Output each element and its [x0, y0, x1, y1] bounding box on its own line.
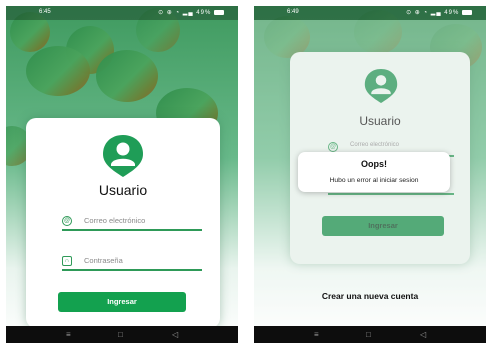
login-screen: 6:45 ⊙ ⊕ ◔ ▂▄ 49% Usuario @ Correo elect…	[6, 6, 238, 343]
at-icon: @	[62, 216, 72, 226]
menu-icon[interactable]: ≡	[314, 330, 319, 339]
user-pin-icon	[103, 135, 143, 177]
password-field[interactable]: ∩ Contraseña	[62, 256, 202, 272]
back-icon[interactable]: ◁	[172, 330, 178, 339]
password-placeholder: Contraseña	[84, 256, 123, 265]
email-field[interactable]: @ Correo electrónico	[62, 216, 202, 232]
status-time: 6:49	[287, 9, 299, 15]
status-icons: ⊙ ⊕ ◔ ▂▄ 49%	[406, 10, 460, 16]
home-icon[interactable]: □	[118, 330, 123, 339]
create-account-link[interactable]: Crear una nueva cuenta	[254, 291, 486, 301]
login-button[interactable]: Ingresar	[58, 292, 186, 312]
decor-bubble	[96, 50, 158, 102]
android-nav-bar: ≡ □ ◁	[6, 326, 238, 343]
field-underline	[62, 229, 202, 231]
lock-icon: ∩	[62, 256, 72, 266]
user-title: Usuario	[98, 182, 148, 198]
alert-title: Oops!	[361, 159, 387, 169]
decor-bubble	[26, 46, 90, 96]
status-time: 6:45	[39, 9, 51, 15]
error-alert: Oops! Hubo un error al iniciar sesion	[298, 152, 450, 192]
email-placeholder: Correo electrónico	[84, 216, 146, 225]
battery-icon	[462, 9, 472, 15]
android-nav-bar: ≡ □ ◁	[254, 326, 486, 343]
home-icon[interactable]: □	[366, 330, 371, 339]
login-card: Usuario @ Correo electrónico ∩ Contraseñ…	[26, 118, 220, 328]
status-icons: ⊙ ⊕ ◔ ▂▄ 49%	[158, 10, 212, 16]
field-underline	[62, 269, 202, 271]
status-bar: 6:49 ⊙ ⊕ ◔ ▂▄ 49%	[254, 6, 486, 20]
alert-message: Hubo un error al iniciar sesion	[329, 177, 419, 184]
login-error-screen: 6:49 ⊙ ⊕ ◔ ▂▄ 49% Usuario @ Correo elect…	[254, 6, 486, 343]
battery-icon	[214, 9, 224, 15]
status-bar: 6:45 ⊙ ⊕ ◔ ▂▄ 49%	[6, 6, 238, 20]
menu-icon[interactable]: ≡	[66, 330, 71, 339]
back-icon[interactable]: ◁	[420, 330, 426, 339]
